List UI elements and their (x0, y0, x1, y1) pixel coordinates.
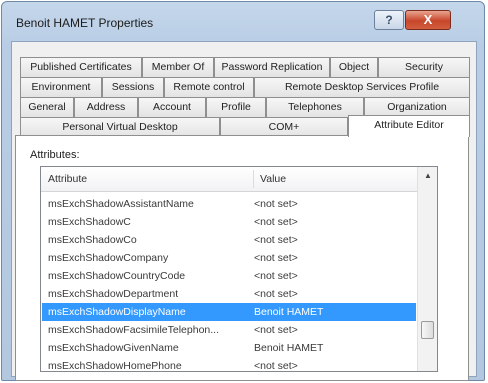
tab-attribute-editor[interactable]: Attribute Editor (348, 115, 470, 137)
list-item[interactable]: msExchShadowDepartment <not set> (42, 285, 416, 303)
tab-sessions[interactable]: Sessions (102, 77, 164, 97)
list-item-selected[interactable]: msExchShadowDisplayName Benoit HAMET (42, 303, 416, 321)
attribute-name: msExchShadowFacsimileTelephon... (48, 324, 219, 336)
list-item[interactable]: msExchShadowAssistantName <not set> (42, 195, 416, 213)
attribute-name: msExchShadowDepartment (48, 288, 179, 300)
close-button[interactable]: X (405, 10, 451, 30)
attributes-list-header: Attribute Value (41, 167, 417, 192)
tab-object[interactable]: Object (330, 57, 378, 77)
attributes-list[interactable]: Attribute Value msExchShadowAssistantNam… (40, 166, 438, 372)
tab-general[interactable]: General (20, 97, 74, 117)
tab-telephones[interactable]: Telephones (266, 97, 364, 117)
attribute-value: <not set> (254, 198, 298, 210)
tab-com-plus[interactable]: COM+ (220, 117, 348, 137)
attribute-value: <not set> (254, 324, 298, 336)
tab-address[interactable]: Address (74, 97, 138, 117)
attribute-value: <not set> (254, 234, 298, 246)
scroll-up-arrow-icon[interactable]: ▲ (418, 167, 437, 185)
attribute-name: msExchShadowAssistantName (48, 198, 194, 210)
attribute-value: Benoit HAMET (254, 342, 324, 354)
tab-security[interactable]: Security (378, 57, 470, 77)
attribute-value: <not set> (254, 252, 298, 264)
attribute-name: msExchShadowHomePhone (48, 360, 182, 372)
tab-account[interactable]: Account (138, 97, 206, 117)
list-item[interactable]: msExchShadowCo <not set> (42, 231, 416, 249)
help-button[interactable]: ? (374, 10, 404, 30)
list-item[interactable]: msExchShadowGivenName Benoit HAMET (42, 339, 416, 357)
list-item[interactable]: msExchShadowCompany <not set> (42, 249, 416, 267)
attribute-name: msExchShadowGivenName (48, 342, 179, 354)
list-item[interactable]: msExchShadowC <not set> (42, 213, 416, 231)
attribute-name: msExchShadowCompany (48, 252, 169, 264)
attribute-name: msExchShadowDisplayName (48, 306, 186, 318)
attribute-value: <not set> (254, 216, 298, 228)
tab-organization[interactable]: Organization (364, 97, 470, 117)
attribute-name: msExchShadowC (48, 216, 131, 228)
attribute-name: msExchShadowCo (48, 234, 137, 246)
window-title: Benoit HAMET Properties (16, 16, 154, 30)
list-item[interactable]: msExchShadowCountryCode <not set> (42, 267, 416, 285)
list-item[interactable]: msExchShadowHomePhone <not set> (42, 357, 416, 372)
scrollbar-thumb[interactable] (421, 321, 434, 339)
attribute-name: msExchShadowCountryCode (48, 270, 186, 282)
column-header-value[interactable]: Value (253, 167, 417, 191)
tab-password-replication[interactable]: Password Replication (214, 57, 330, 77)
tab-remote-desktop-services-profile[interactable]: Remote Desktop Services Profile (254, 77, 470, 97)
attribute-value: <not set> (254, 288, 298, 300)
tab-personal-virtual-desktop[interactable]: Personal Virtual Desktop (20, 117, 220, 137)
tab-member-of[interactable]: Member Of (142, 57, 214, 77)
attributes-label: Attributes: (30, 149, 80, 161)
column-header-attribute[interactable]: Attribute (41, 167, 253, 191)
list-item[interactable]: msExchShadowFacsimileTelephon... <not se… (42, 321, 416, 339)
attribute-value: <not set> (254, 360, 298, 372)
attribute-value: <not set> (254, 270, 298, 282)
tab-profile[interactable]: Profile (206, 97, 266, 117)
tab-published-certificates[interactable]: Published Certificates (20, 57, 142, 77)
vertical-scrollbar[interactable]: ▲ (417, 167, 437, 371)
attribute-value: Benoit HAMET (254, 306, 324, 318)
tab-remote-control[interactable]: Remote control (164, 77, 254, 97)
tab-environment[interactable]: Environment (20, 77, 102, 97)
